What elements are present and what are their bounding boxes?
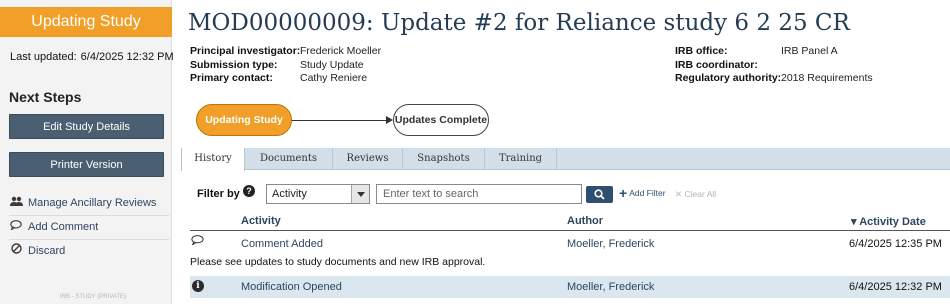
search-button[interactable]	[586, 186, 613, 203]
meta-key: Regulatory authority:	[675, 72, 782, 84]
tab-snapshots[interactable]: Snapshots	[403, 148, 485, 170]
meta-row: Primary contact: Cathy Reniere	[190, 72, 381, 86]
irb-details: IRB office: IRB Panel A IRB coordinator: …	[675, 45, 873, 86]
author-link[interactable]: Moeller, Frederick	[567, 281, 654, 293]
divider	[9, 215, 169, 216]
info-icon: i	[192, 280, 204, 292]
meta-value: Cathy Reniere	[300, 72, 368, 84]
meta-key: Principal investigator:	[190, 45, 301, 57]
sidebar: Updating Study Last updated: 6/4/2025 12:…	[0, 0, 174, 304]
meta-value: 2018 Requirements	[781, 72, 873, 84]
tab-bar: History Documents Reviews Snapshots Trai…	[181, 148, 950, 171]
meta-key: Primary contact:	[190, 72, 273, 84]
last-updated: Last updated: 6/4/2025 12:32 PM	[10, 51, 174, 63]
meta-row: Principal investigator: Frederick Moeller	[190, 45, 381, 59]
discard-icon	[9, 241, 23, 261]
column-header-activity-date[interactable]: ▾ Activity Date	[851, 215, 926, 228]
activity-comment-text: Please see updates to study documents an…	[190, 256, 486, 268]
activity-link[interactable]: Comment Added	[241, 238, 323, 250]
manage-ancillary-reviews-link[interactable]: Manage Ancillary Reviews	[9, 193, 169, 213]
author-link[interactable]: Moeller, Frederick	[567, 238, 654, 250]
workflow-state-current: Updating Study	[196, 104, 292, 136]
footer-tag: IRB - STUDY (PRIVATE)	[60, 294, 127, 300]
sort-desc-icon: ▾	[851, 216, 857, 228]
activity-date: 6/4/2025 12:35 PM	[849, 238, 942, 250]
meta-row: Submission type: Study Update	[190, 59, 381, 73]
table-row: i Modification Opened Moeller, Frederick…	[190, 276, 950, 298]
add-filter-label: Add Filter	[629, 188, 666, 198]
comment-icon	[9, 217, 23, 237]
last-updated-label: Last updated:	[10, 51, 77, 63]
edit-study-details-button[interactable]: Edit Study Details	[9, 114, 164, 139]
filter-field-select[interactable]: Activity	[266, 184, 370, 204]
next-steps-heading: Next Steps	[9, 89, 82, 105]
tab-history[interactable]: History	[181, 148, 245, 171]
column-header-activity[interactable]: Activity	[241, 215, 281, 227]
meta-row: IRB coordinator:	[675, 59, 873, 73]
meta-key: Submission type:	[190, 58, 278, 71]
search-input[interactable]	[376, 184, 582, 204]
meta-row: IRB office: IRB Panel A	[675, 45, 873, 59]
last-updated-value: 6/4/2025 12:32 PM	[80, 51, 174, 63]
add-comment-label: Add Comment	[28, 221, 99, 233]
manage-ancillary-reviews-label: Manage Ancillary Reviews	[28, 197, 157, 209]
discard-link[interactable]: Discard	[9, 241, 169, 261]
project-state-badge: Updating Study	[0, 7, 172, 37]
tab-reviews[interactable]: Reviews	[333, 148, 403, 170]
column-header-label: Activity Date	[859, 216, 926, 228]
tab-documents[interactable]: Documents	[245, 148, 333, 170]
filter-field-value: Activity	[272, 188, 307, 200]
search-icon	[594, 189, 605, 200]
printer-version-button[interactable]: Printer Version	[9, 152, 164, 177]
activity-link[interactable]: Modification Opened	[241, 281, 342, 293]
clear-all-label: Clear All	[684, 189, 717, 199]
workflow-connector	[292, 120, 387, 121]
help-icon[interactable]: ?	[243, 185, 255, 197]
add-filter-button[interactable]: + Add Filter	[619, 185, 666, 201]
chevron-down-icon[interactable]	[351, 185, 369, 203]
meta-row: Regulatory authority: 2018 Requirements	[675, 72, 873, 86]
meta-key: IRB office:	[675, 45, 728, 57]
arrow-right-icon	[386, 116, 393, 124]
comment-icon	[191, 235, 204, 248]
meta-value: IRB Panel A	[781, 45, 838, 57]
column-header-author[interactable]: Author	[567, 215, 603, 227]
tab-training[interactable]: Training	[485, 148, 557, 170]
submission-details: Principal investigator: Frederick Moeller…	[190, 45, 381, 86]
filter-by-label: Filter by	[197, 188, 240, 200]
page-title: MOD00000009: Update #2 for Reliance stud…	[188, 10, 850, 36]
meta-value: Study Update	[300, 58, 364, 71]
users-icon	[9, 193, 23, 213]
activity-date: 6/4/2025 12:32 PM	[849, 281, 942, 293]
table-row: Comment Added Moeller, Frederick 6/4/202…	[190, 234, 950, 254]
workflow-state-next: Updates Complete	[393, 104, 489, 136]
discard-label: Discard	[28, 245, 66, 257]
clear-all-button[interactable]: ✕ Clear All	[675, 189, 716, 200]
meta-key: IRB coordinator:	[675, 58, 758, 71]
divider	[9, 239, 169, 240]
add-comment-link[interactable]: Add Comment	[9, 217, 169, 237]
header-divider	[190, 230, 950, 231]
meta-value: Frederick Moeller	[300, 45, 382, 57]
plus-icon: +	[619, 185, 628, 201]
